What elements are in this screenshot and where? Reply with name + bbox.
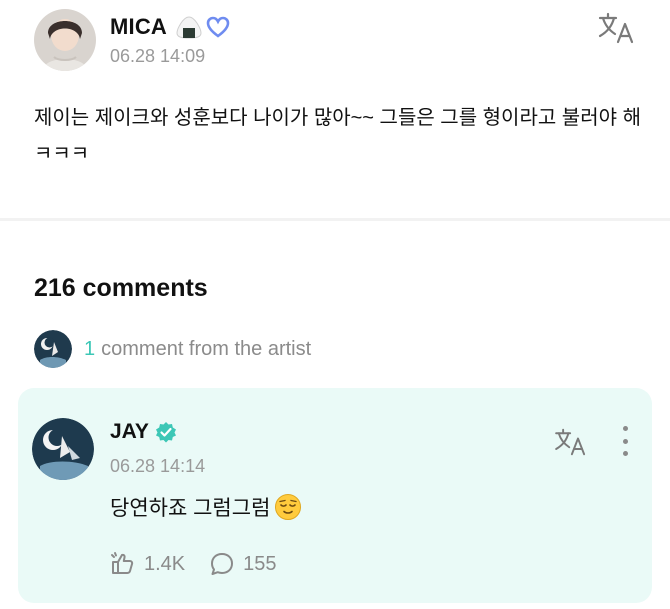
artist-comments-link[interactable]: 1 comment from the artist	[34, 330, 311, 368]
translate-icon[interactable]	[598, 12, 636, 44]
artist-name[interactable]: JAY	[110, 420, 149, 444]
comment-actions: 1.4K 155	[110, 551, 277, 577]
verified-badge-icon	[155, 421, 177, 443]
comment-text-row: 당연하죠 그럼그럼	[110, 492, 302, 522]
infinity-heart-icon	[206, 16, 230, 38]
comment-text: 당연하죠 그럼그럼	[110, 497, 271, 520]
like-icon[interactable]	[110, 551, 136, 577]
author-name[interactable]: MICA	[110, 14, 167, 40]
artist-avatar-small	[34, 330, 72, 368]
section-divider	[0, 218, 670, 221]
artist-avatar[interactable]	[32, 418, 94, 480]
more-options-icon[interactable]	[620, 426, 630, 456]
reply-icon[interactable]	[209, 551, 235, 577]
post-body: 제이는 제이크와 성훈보다 나이가 많아~~ 그들은 그를 형이라고 불러야 해…	[34, 107, 641, 165]
comment-translate-icon[interactable]	[554, 428, 588, 456]
comment-timestamp: 06.28 14:14	[110, 456, 206, 476]
artist-comment-card: JAY 06.28 14:14 당연하죠 그럼그럼 1.4K 155	[18, 388, 652, 603]
like-count: 1.4K	[144, 552, 186, 575]
comments-count: 216 comments	[34, 274, 208, 302]
post-timestamp: 06.28 14:09	[110, 45, 206, 66]
artist-comment-label: comment from the artist	[101, 337, 312, 360]
reply-count: 155	[243, 552, 277, 575]
post-header: MICA 06.28 14:09	[34, 8, 230, 72]
artist-comment-count: 1	[84, 337, 96, 360]
relieved-face-emoji-icon	[274, 493, 302, 521]
rice-ball-icon	[175, 15, 203, 39]
author-avatar[interactable]	[34, 9, 96, 71]
